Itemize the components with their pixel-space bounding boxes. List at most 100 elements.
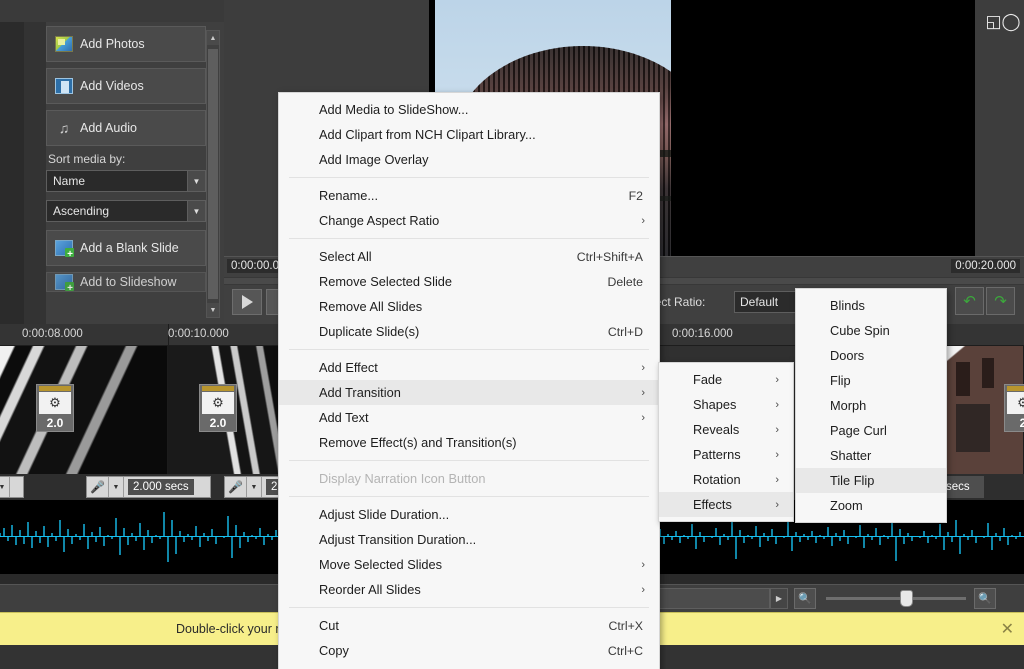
context-menu-item[interactable]: Change Aspect Ratio› <box>279 208 659 233</box>
effects-submenu-item[interactable]: Zoom <box>796 493 946 518</box>
context-menu-item[interactable]: Paste (Move)Ctrl+V <box>279 663 659 669</box>
context-menu-item[interactable]: CutCtrl+X <box>279 613 659 638</box>
context-menu-item[interactable]: Add Media to SlideShow... <box>279 97 659 122</box>
close-icon[interactable]: ✕ <box>1001 619 1014 639</box>
context-menu-item[interactable]: Move Selected Slides› <box>279 552 659 577</box>
microphone-icon[interactable]: 🎤 <box>87 477 109 497</box>
transition-submenu-item[interactable]: Rotation› <box>659 467 793 492</box>
rotate-left-icon[interactable]: ↶ <box>955 287 984 315</box>
chevron-down-icon[interactable]: ▼ <box>247 477 262 497</box>
sort-order-select[interactable]: Ascending ▼ <box>46 200 206 222</box>
effects-submenu-item[interactable]: Shatter <box>796 443 946 468</box>
effects-submenu-item[interactable]: Doors <box>796 343 946 368</box>
scrollbar-thumb[interactable] <box>208 49 218 299</box>
menu-item-label: Remove All Slides <box>319 299 422 314</box>
context-menu-item[interactable]: Add Effect› <box>279 355 659 380</box>
chevron-down-icon[interactable]: ▼ <box>109 477 124 497</box>
transition-badge[interactable]: ⚙ 2 <box>1004 384 1024 432</box>
effects-submenu-item[interactable]: Cube Spin <box>796 318 946 343</box>
add-blank-slide-button[interactable]: Add a Blank Slide <box>46 230 206 266</box>
effects-submenu-item[interactable]: Page Curl <box>796 418 946 443</box>
effects-submenu-item[interactable]: Flip <box>796 368 946 393</box>
menu-item-label: Effects <box>693 497 732 512</box>
context-menu-item[interactable]: Rename...F2 <box>279 183 659 208</box>
menu-item-shortcut: Ctrl+C <box>608 644 643 658</box>
menu-item-label: Cut <box>319 618 339 633</box>
menu-item-label: Remove Effect(s) and Transition(s) <box>319 435 516 450</box>
menu-item-shortcut: F2 <box>629 189 643 203</box>
context-menu-item[interactable]: Remove Selected Slide Delete <box>279 269 659 294</box>
transition-duration: 2.0 <box>200 416 236 430</box>
transition-icon: ⚙ <box>39 392 71 414</box>
menu-item-label: Copy <box>319 643 349 658</box>
aspect-ratio-select[interactable]: Default <box>734 291 796 313</box>
menu-item-label: Add Text <box>319 410 369 425</box>
zoom-slider-handle[interactable] <box>900 590 913 607</box>
context-menu-item[interactable]: Select All Ctrl+Shift+A <box>279 244 659 269</box>
add-photos-button[interactable]: Add Photos <box>46 26 206 62</box>
context-menu-item[interactable]: Add Clipart from NCH Clipart Library... <box>279 122 659 147</box>
menu-item-label: Add Transition <box>319 385 401 400</box>
menu-item-label: Duplicate Slide(s) <box>319 324 419 339</box>
context-menu-item[interactable]: Remove All Slides <box>279 294 659 319</box>
play-button[interactable] <box>232 289 262 315</box>
menu-separator <box>289 177 649 178</box>
transition-submenu-item[interactable]: Shapes› <box>659 392 793 417</box>
chevron-right-icon: › <box>641 584 645 596</box>
add-videos-button[interactable]: Add Videos <box>46 68 206 104</box>
transition-icon: ⚙ <box>1007 392 1024 414</box>
chevron-right-icon[interactable]: ▶ <box>770 588 788 609</box>
sort-field-select[interactable]: Name ▼ <box>46 170 206 192</box>
context-menu-item[interactable]: Add Image Overlay <box>279 147 659 172</box>
transition-submenu-item[interactable]: Reveals› <box>659 417 793 442</box>
zoom-in-icon[interactable]: 🔍 <box>974 588 996 609</box>
menu-separator <box>289 460 649 461</box>
add-to-slideshow-button[interactable]: Add to Slideshow <box>46 272 206 292</box>
microphone-icon[interactable]: 🎤 <box>225 477 247 497</box>
chevron-down-icon[interactable]: ▼ <box>0 477 10 497</box>
context-menu[interactable]: Add Media to SlideShow...Add Clipart fro… <box>278 92 660 669</box>
menu-item-shortcut: Delete <box>607 275 643 289</box>
fullscreen-icon[interactable]: ◱◯ <box>992 10 1014 32</box>
narration-cell[interactable]: ▼ <box>0 476 24 498</box>
narration-cell[interactable]: 🎤 ▼ 2.000 secs <box>86 476 211 498</box>
effects-submenu-item[interactable]: Morph <box>796 393 946 418</box>
media-panel: Add Photos Add Videos ♫ Add Audio Sort m… <box>0 0 224 324</box>
context-menu-item[interactable]: Add Transition› <box>279 380 659 405</box>
media-panel-scrollbar[interactable]: ▲ ▼ <box>206 30 220 318</box>
menu-item-label: Cube Spin <box>830 323 890 338</box>
menu-item-shortcut: Ctrl+Shift+A <box>577 250 643 264</box>
transition-submenu-item[interactable]: Effects› <box>659 492 793 517</box>
effects-submenu-item[interactable]: Blinds <box>796 293 946 318</box>
effects-submenu-item[interactable]: Tile Flip <box>796 468 946 493</box>
context-menu-item[interactable]: Remove Effect(s) and Transition(s) <box>279 430 659 455</box>
sort-field-value: Name <box>53 174 85 188</box>
zoom-out-icon[interactable]: 🔍 <box>794 588 816 609</box>
transition-submenu-item[interactable]: Patterns› <box>659 442 793 467</box>
zoom-slider[interactable] <box>826 597 966 600</box>
context-menu-item[interactable]: Adjust Slide Duration... <box>279 502 659 527</box>
transition-submenu-item[interactable]: Fade› <box>659 367 793 392</box>
context-menu-item[interactable]: Duplicate Slide(s)Ctrl+D <box>279 319 659 344</box>
scroll-down-icon[interactable]: ▼ <box>207 303 219 317</box>
application-window: Add Photos Add Videos ♫ Add Audio Sort m… <box>0 0 1024 669</box>
context-menu-item[interactable]: Adjust Transition Duration... <box>279 527 659 552</box>
narration-duration: 2.000 secs <box>128 479 194 495</box>
add-transition-submenu[interactable]: Fade›Shapes›Reveals›Patterns›Rotation›Ef… <box>658 362 794 522</box>
slide-thumbnail[interactable] <box>0 346 168 474</box>
transition-badge[interactable]: ⚙ 2.0 <box>36 384 74 432</box>
ruler-label: 0:00:16.000 <box>672 328 733 340</box>
scroll-up-icon[interactable]: ▲ <box>207 31 219 45</box>
rotate-right-icon[interactable]: ↷ <box>986 287 1015 315</box>
context-menu-item[interactable]: Add Text› <box>279 405 659 430</box>
timecode-end: 0:00:20.000 <box>951 259 1020 273</box>
context-menu-item[interactable]: Copy Ctrl+C <box>279 638 659 663</box>
transition-badge[interactable]: ⚙ 2.0 <box>199 384 237 432</box>
add-blank-slide-label: Add a Blank Slide <box>80 241 179 255</box>
add-audio-button[interactable]: ♫ Add Audio <box>46 110 206 146</box>
transition-effects-submenu[interactable]: Blinds Cube Spin DoorsFlipMorphPage CurlSh… <box>795 288 947 523</box>
context-menu-item[interactable]: Reorder All Slides› <box>279 577 659 602</box>
menu-item-label: Select All <box>319 249 372 264</box>
menu-item-label: Move Selected Slides <box>319 557 442 572</box>
menu-item-label: Remove Selected Slide <box>319 274 452 289</box>
